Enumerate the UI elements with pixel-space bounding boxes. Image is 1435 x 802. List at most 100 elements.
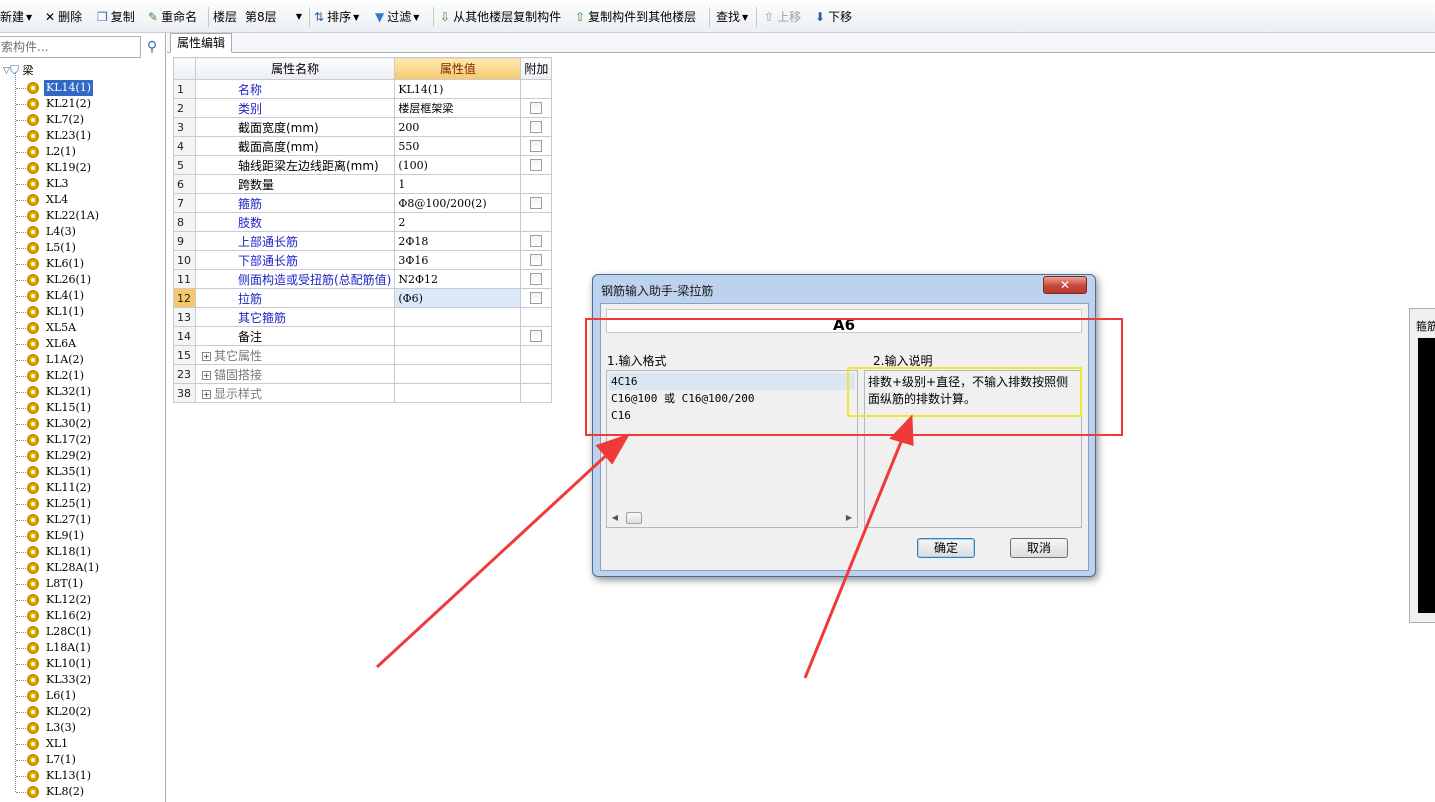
property-name[interactable]: 截面宽度(mm) [194,117,396,137]
property-row[interactable]: 23 + 锚固搭接 [173,364,553,384]
tree-item[interactable]: KL3 [44,176,71,192]
extra-checkbox[interactable] [530,121,543,133]
horizontal-scrollbar[interactable]: ◀ ▶ [608,510,856,526]
move-up-button[interactable]: ⇧ 上移 [764,8,801,26]
property-row[interactable]: 15 + 其它属性 [173,345,553,365]
tree-item[interactable]: KL26(1) [44,272,93,288]
scroll-left-icon[interactable]: ◀ [608,510,622,526]
tree-item[interactable]: KL14(1) [44,80,94,96]
property-value[interactable]: 楼层框架梁 [394,98,522,118]
tree-item[interactable]: KL23(1) [44,128,93,144]
extra-checkbox[interactable] [530,273,543,285]
scrollbar-thumb[interactable] [626,512,642,524]
property-name[interactable]: 轴线距梁左边线距离(mm) [194,155,396,175]
tree-item[interactable]: KL12(2) [44,592,93,608]
property-name[interactable]: 截面高度(mm) [194,136,396,156]
splitter[interactable] [166,33,173,802]
tree-item[interactable]: KL21(2) [44,96,93,112]
tree-item[interactable]: XL6A [44,336,78,352]
rename-button[interactable]: ✎ 重命名 [148,8,197,26]
extra-checkbox[interactable] [530,197,543,209]
property-value[interactable] [394,383,522,403]
tree-root-expander[interactable]: ▽ [3,62,10,78]
property-row[interactable]: 8 肢数 2 [173,212,553,232]
property-row[interactable]: 1 名称 KL14(1) [173,79,553,99]
extra-checkbox[interactable] [530,159,543,171]
tree-item[interactable]: KL15(1) [44,400,93,416]
tree-item[interactable]: L2(1) [44,144,78,160]
tree-item[interactable]: L6(1) [44,688,78,704]
property-value[interactable]: (100) [394,155,522,175]
expand-icon[interactable]: + [202,370,211,380]
tree-item[interactable]: KL27(1) [44,512,93,528]
tree-item[interactable]: KL2(1) [44,368,86,384]
tree-item[interactable]: KL35(1) [44,464,93,480]
delete-button[interactable]: ✕ 删除 [45,8,82,26]
property-value[interactable]: 3Φ16 [394,250,522,270]
property-name[interactable]: + 显示样式 [194,383,396,403]
tree-item[interactable]: KL16(2) [44,608,93,624]
property-row[interactable]: 4 截面高度(mm) 550 [173,136,553,156]
extra-checkbox[interactable] [530,330,543,342]
copy-button[interactable]: ❐ 复制 [97,8,135,26]
property-name[interactable]: 跨数量 [194,174,396,194]
property-value[interactable]: 200 [394,117,522,137]
property-value[interactable] [394,326,522,346]
tree-item[interactable]: KL18(1) [44,544,93,560]
property-row[interactable]: 13 其它箍筋 [173,307,553,327]
property-value[interactable]: 2Φ18 [394,231,522,251]
tree-item[interactable]: KL25(1) [44,496,93,512]
property-value[interactable]: 2 [394,212,522,232]
property-row[interactable]: 38 + 显示样式 [173,383,553,403]
property-name[interactable]: + 锚固搭接 [194,364,396,384]
tree-item[interactable]: L8T(1) [44,576,85,592]
property-row[interactable]: 2 类别 楼层框架梁 [173,98,553,118]
tree-item[interactable]: L7(1) [44,752,78,768]
property-name[interactable]: 备注 [194,326,396,346]
tree-item[interactable]: KL17(2) [44,432,93,448]
ok-button[interactable]: 确定 [917,538,975,558]
tree-item[interactable]: XL4 [44,192,70,208]
tree-item[interactable]: L28C(1) [44,624,93,640]
tree-item[interactable]: KL1(1) [44,304,86,320]
tree-item[interactable]: L3(3) [44,720,78,736]
property-value[interactable]: 550 [394,136,522,156]
tree-item[interactable]: KL9(1) [44,528,86,544]
cancel-button[interactable]: 取消 [1010,538,1068,558]
search-icon[interactable]: ⚲ [143,38,161,56]
property-name[interactable]: 肢数 [194,212,396,232]
tree-item[interactable]: KL8(2) [44,784,86,800]
search-input[interactable]: 索构件... [0,36,141,58]
sort-button[interactable]: ⇅ 排序 ▼ [314,8,359,26]
floor-select[interactable]: 第8层 ▼ [245,8,305,26]
scroll-right-icon[interactable]: ▶ [842,510,856,526]
property-name[interactable]: 名称 [194,79,396,99]
tree-item[interactable]: L18A(1) [44,640,93,656]
extra-checkbox[interactable] [530,235,543,247]
tree-item[interactable]: KL7(2) [44,112,86,128]
extra-checkbox[interactable] [530,292,543,304]
property-row[interactable]: 5 轴线距梁左边线距离(mm) (100) [173,155,553,175]
tree-item[interactable]: KL13(1) [44,768,93,784]
tree-item[interactable]: KL33(2) [44,672,93,688]
expand-icon[interactable]: + [202,389,211,399]
copy-to-floor-button[interactable]: ⇧ 复制构件到其他楼层 [575,8,696,26]
property-value-header[interactable]: 属性值 [394,57,522,80]
close-button[interactable]: ✕ [1043,276,1087,294]
filter-button[interactable]: ▼ 过滤 ▼ [375,8,419,26]
expand-icon[interactable]: + [202,351,211,361]
tree-item[interactable]: KL6(1) [44,256,86,272]
tree-item[interactable]: KL20(2) [44,704,93,720]
tree-item[interactable]: L5(1) [44,240,78,256]
tree-item[interactable]: L4(3) [44,224,78,240]
tree-item[interactable]: KL29(2) [44,448,93,464]
property-row[interactable]: 11 侧面构造或受扭筋(总配筋值) N2Φ12 [173,269,553,289]
property-value[interactable]: (Φ6) [394,288,522,308]
property-row[interactable]: 12 拉筋 (Φ6) [173,288,553,308]
extra-checkbox[interactable] [530,140,543,152]
tree-item[interactable]: KL32(1) [44,384,93,400]
tree-item[interactable]: L1A(2) [44,352,86,368]
property-name[interactable]: 上部通长筋 [194,231,396,251]
property-value[interactable] [394,345,522,365]
property-name[interactable]: 下部通长筋 [194,250,396,270]
